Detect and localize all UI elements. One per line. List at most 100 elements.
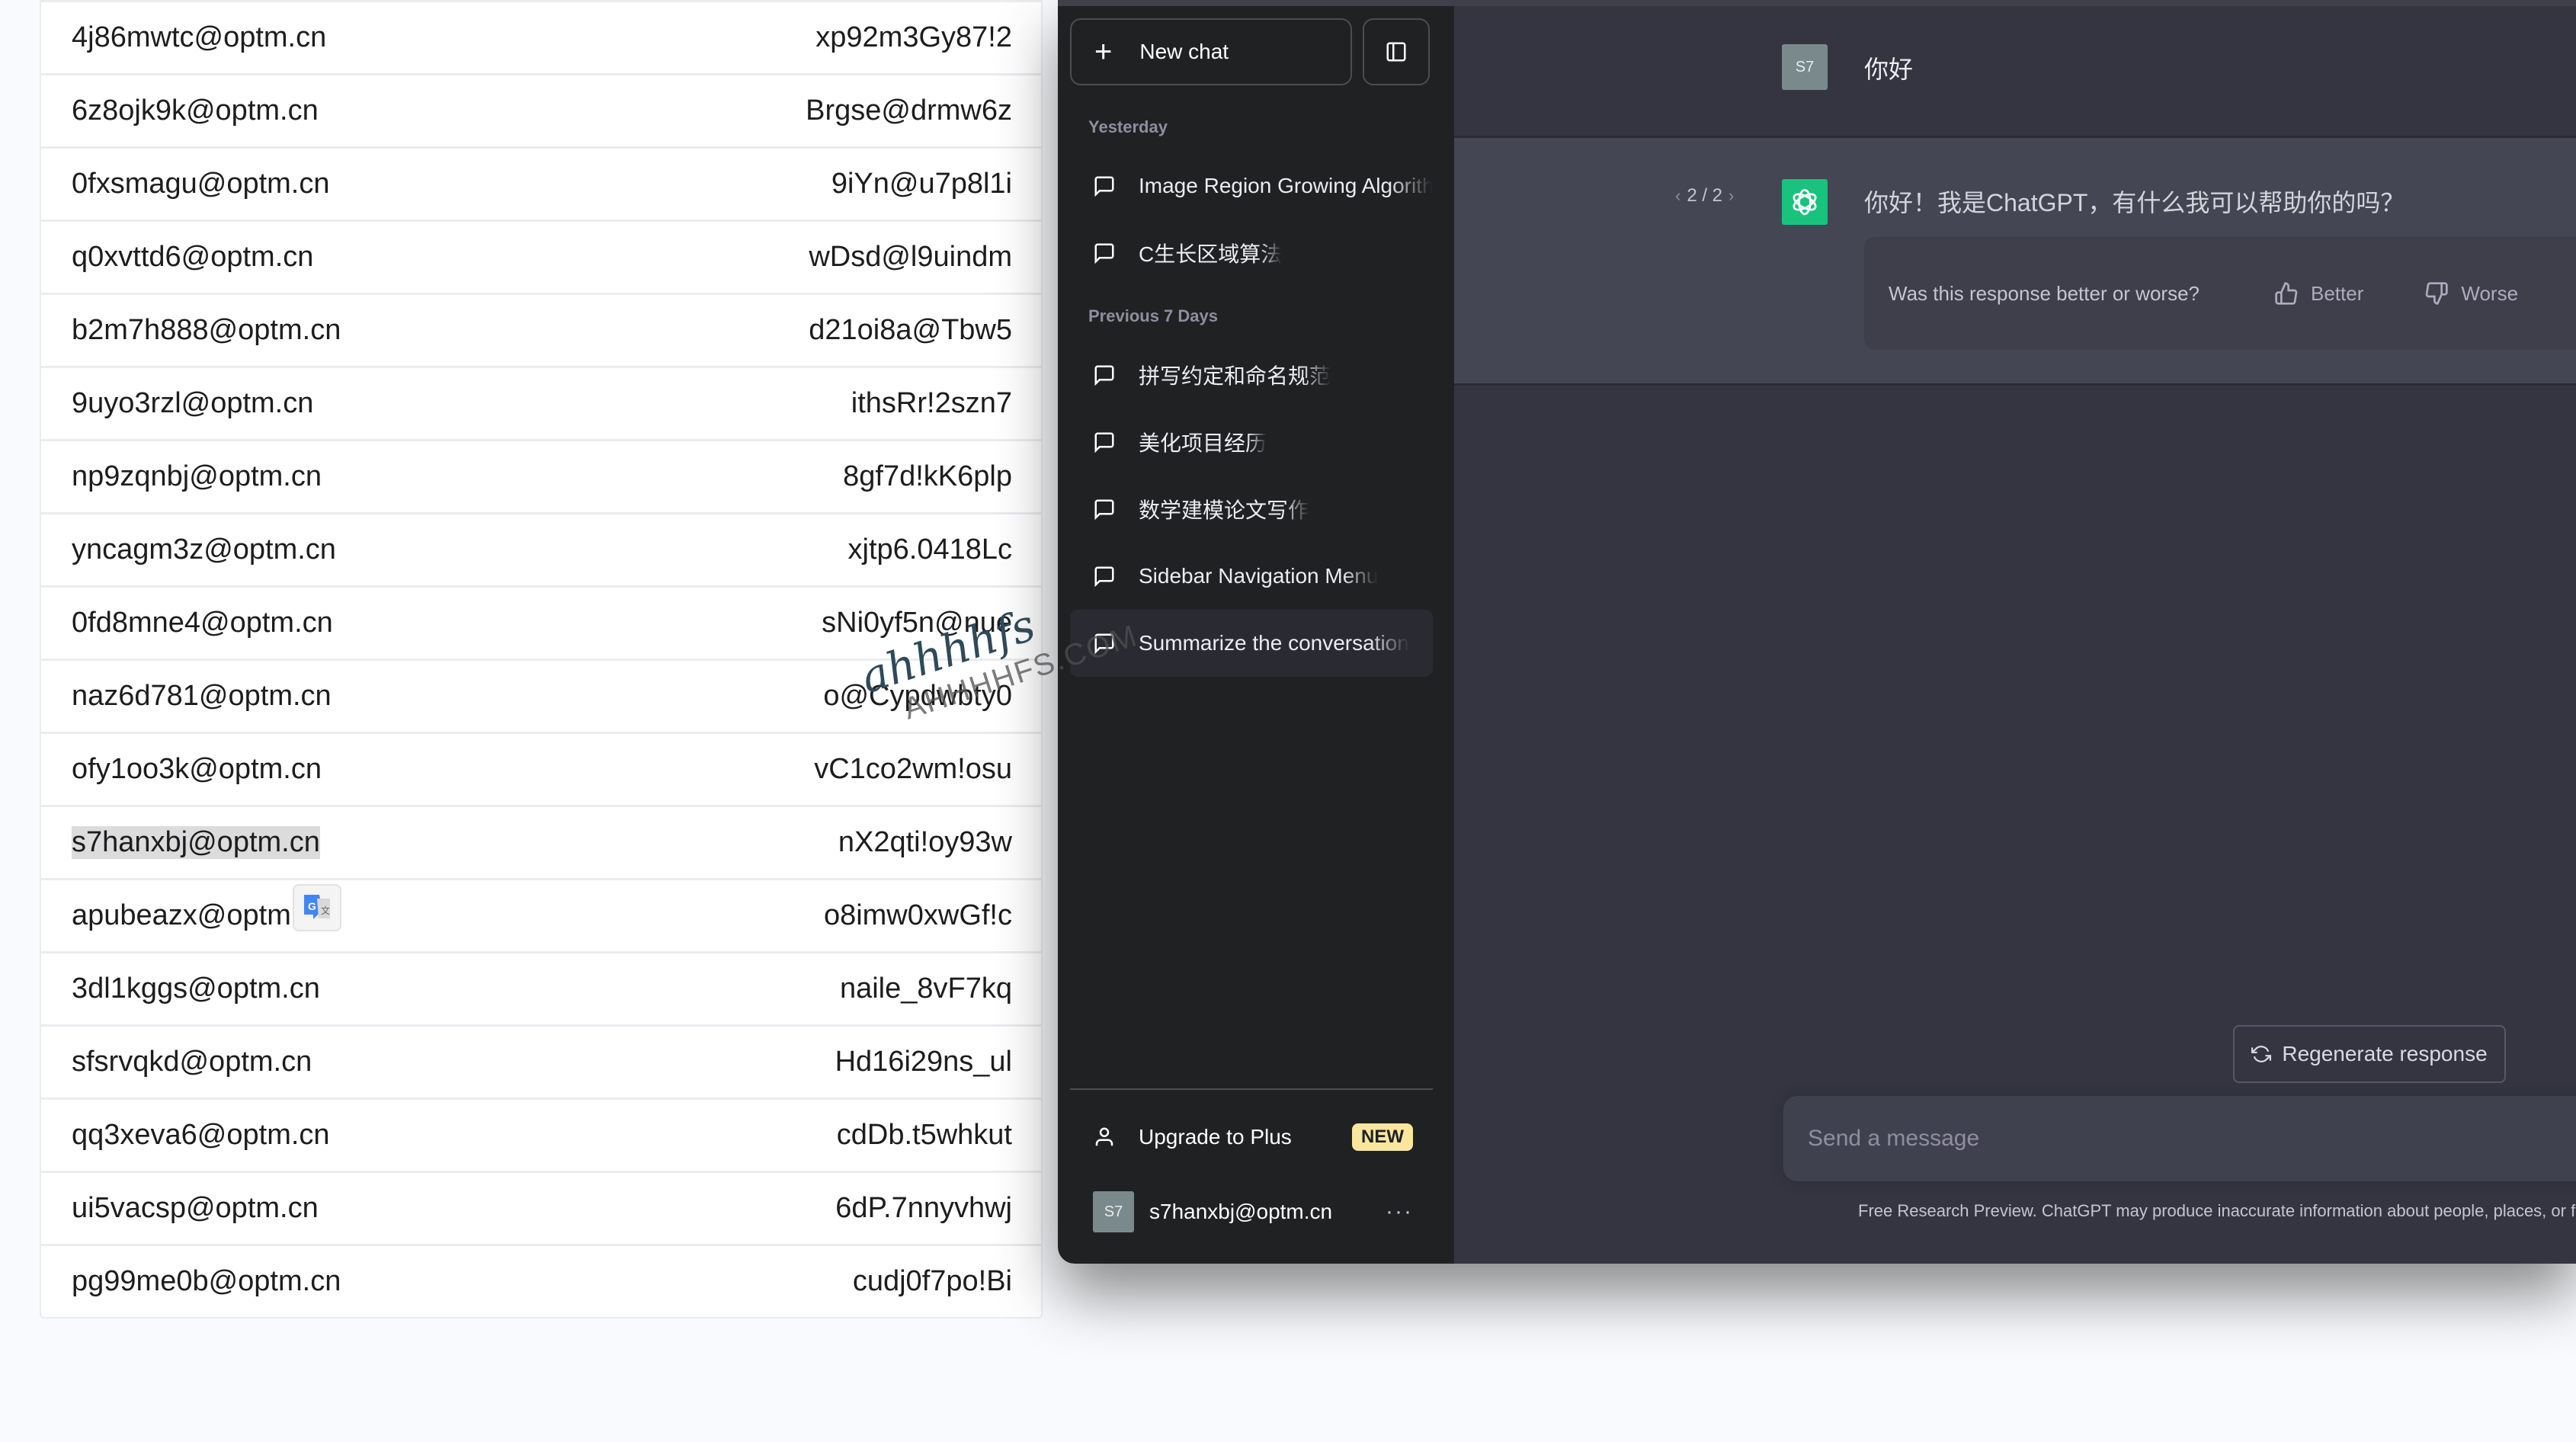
email-cell[interactable]: 4j86mwtc@optm.cn xyxy=(72,21,326,54)
chat-history-item[interactable]: 数学建模论文写作 xyxy=(1070,476,1433,543)
table-row: 4j86mwtc@optm.cn xp92m3Gy87!2 xyxy=(41,0,1041,73)
email-cell[interactable]: s7hanxbj@optm.cn xyxy=(72,826,320,859)
regenerate-label: Regenerate response xyxy=(2282,1042,2488,1065)
table-row: 0fxsmagu@optm.cn 9iYn@u7p8l1i xyxy=(41,146,1041,220)
thumbs-up-icon xyxy=(2275,282,2298,305)
plus-icon: + xyxy=(1094,34,1113,69)
email-cell[interactable]: 0fxsmagu@optm.cn xyxy=(72,168,330,200)
password-cell[interactable]: cdDb.t5whkut xyxy=(837,1119,1012,1152)
password-cell[interactable]: 9iYn@u7p8l1i xyxy=(831,168,1012,200)
account-email: s7hanxbj@optm.cn xyxy=(1149,1200,1333,1223)
thumbs-down-icon xyxy=(2426,282,2449,305)
chat-history-item[interactable]: C生长区域算法 xyxy=(1070,220,1433,287)
password-cell[interactable]: xp92m3Gy87!2 xyxy=(815,21,1012,54)
password-cell[interactable]: wDsd@l9uindm xyxy=(809,241,1012,274)
avatar: S7 xyxy=(1093,1191,1134,1232)
toggle-sidebar-button[interactable] xyxy=(1363,18,1430,85)
chatgpt-logo-icon xyxy=(1782,179,1828,225)
password-cell[interactable]: vC1co2wm!osu xyxy=(814,753,1012,786)
chat-bubble-icon xyxy=(1093,565,1116,588)
sidebar-divider xyxy=(1070,1088,1433,1090)
chat-history-item[interactable]: 拼写约定和命名规范 xyxy=(1070,341,1433,409)
table-row: s7hanxbj@optm.cn nX2qti!oy93w xyxy=(41,805,1041,878)
table-row: b2m7h888@optm.cn d21oi8a@Tbw5 xyxy=(41,293,1041,366)
table-row: sfsrvqkd@optm.cn Hd16i29ns_ul xyxy=(41,1024,1041,1098)
email-cell[interactable]: b2m7h888@optm.cn xyxy=(72,314,341,347)
email-cell[interactable]: sfsrvqkd@optm.cn xyxy=(72,1046,312,1078)
password-cell[interactable]: nX2qti!oy93w xyxy=(838,826,1012,859)
chat-item-label: Sidebar Navigation Menu xyxy=(1139,564,1379,588)
better-label: Better xyxy=(2311,281,2364,305)
new-chat-label: New chat xyxy=(1139,40,1229,63)
sidebar-panel-icon xyxy=(1386,42,1406,62)
password-cell[interactable]: 6dP.7nnyvhwj xyxy=(835,1192,1012,1225)
svg-text:G: G xyxy=(308,900,316,912)
user-avatar: S7 xyxy=(1782,44,1828,90)
table-row: yncagm3z@optm.cn xjtp6.0418Lc xyxy=(41,512,1041,585)
chat-history-item-active[interactable]: Summarize the conversation xyxy=(1070,610,1433,677)
chat-item-label: 数学建模论文写作 xyxy=(1139,498,1310,522)
table-row: np9zqnbj@optm.cn 8gf7d!kK6plp xyxy=(41,439,1041,512)
google-translate-icon: G 文 xyxy=(304,895,330,919)
better-button[interactable]: Better xyxy=(2274,281,2363,306)
chat-bubble-icon xyxy=(1093,364,1116,386)
table-row: 0fd8mne4@optm.cn sNi0yf5n@nue xyxy=(41,585,1041,659)
password-cell[interactable]: cudj0f7po!Bi xyxy=(853,1265,1012,1298)
chat-bubble-icon xyxy=(1093,431,1116,453)
chat-history-item[interactable]: 美化项目经历 xyxy=(1070,409,1433,476)
account-menu-button[interactable]: S7 s7hanxbj@optm.cn ··· xyxy=(1070,1180,1433,1244)
email-cell[interactable]: ofy1oo3k@optm.cn xyxy=(72,753,322,786)
chat-item-label: Image Region Growing Algorithm xyxy=(1139,174,1433,197)
email-cell[interactable]: yncagm3z@optm.cn xyxy=(72,534,336,566)
chat-history-item[interactable]: Sidebar Navigation Menu xyxy=(1070,543,1433,610)
previous-response-button[interactable]: ‹ xyxy=(1675,186,1680,206)
table-row: 3dl1kggs@optm.cn naile_8vF7kq xyxy=(41,951,1041,1024)
email-cell[interactable]: np9zqnbj@optm.cn xyxy=(72,460,322,493)
email-cell[interactable]: 3dl1kggs@optm.cn xyxy=(72,973,320,1005)
password-cell[interactable]: d21oi8a@Tbw5 xyxy=(809,314,1012,347)
password-cell[interactable]: xjtp6.0418Lc xyxy=(848,534,1013,566)
chat-bubble-icon xyxy=(1093,242,1116,264)
worse-button[interactable]: Worse xyxy=(2424,281,2518,306)
user-message: S7 你好 xyxy=(1454,6,2576,138)
email-cell[interactable]: 9uyo3rzl@optm.cn xyxy=(72,387,313,420)
password-cell[interactable]: o8imw0xwGf!c xyxy=(824,899,1012,932)
email-cell[interactable]: q0xvttd6@optm.cn xyxy=(72,241,313,274)
email-cell[interactable]: 6z8ojk9k@optm.cn xyxy=(72,95,319,127)
message-input[interactable] xyxy=(1806,1125,2536,1152)
refresh-icon xyxy=(2251,1046,2272,1062)
table-row: q0xvttd6@optm.cn wDsd@l9uindm xyxy=(41,220,1041,293)
next-response-button[interactable]: › xyxy=(1729,186,1734,206)
upgrade-to-plus-button[interactable]: Upgrade to Plus NEW xyxy=(1070,1104,1433,1171)
table-row: pg99me0b@optm.cn cudj0f7po!Bi xyxy=(41,1244,1041,1317)
chat-bubble-icon xyxy=(1093,632,1116,655)
section-label-yesterday: Yesterday xyxy=(1088,117,1168,136)
email-cell[interactable]: apubeazx@optm.cn xyxy=(72,899,330,932)
password-cell[interactable]: o@Cypdwbty0 xyxy=(823,680,1012,713)
chat-bubble-icon xyxy=(1093,175,1116,197)
password-cell[interactable]: Hd16i29ns_ul xyxy=(835,1046,1012,1078)
password-cell[interactable]: Brgse@drmw6z xyxy=(806,95,1012,127)
password-cell[interactable]: ithsRr!2szn7 xyxy=(851,387,1012,420)
table-row: ui5vacsp@optm.cn 6dP.7nnyvhwj xyxy=(41,1171,1041,1244)
password-cell[interactable]: 8gf7d!kK6plp xyxy=(843,460,1012,493)
assistant-message: ‹ 2 / 2 › 你好！我是ChatGPT，有什么我可以帮助你的吗？ Was … xyxy=(1454,138,2576,386)
sidebar: + New chat Yesterday Image Region Growin… xyxy=(1058,6,1457,1264)
email-cell[interactable]: 0fd8mne4@optm.cn xyxy=(72,607,333,639)
section-label-previous-7-days: Previous 7 Days xyxy=(1088,306,1218,325)
regenerate-response-button[interactable]: Regenerate response xyxy=(2233,1025,2506,1083)
email-cell[interactable]: ui5vacsp@optm.cn xyxy=(72,1192,319,1225)
password-cell[interactable]: sNi0yf5n@nue xyxy=(822,607,1012,639)
email-cell[interactable]: qq3xeva6@optm.cn xyxy=(72,1119,330,1152)
message-input-container xyxy=(1783,1096,2576,1181)
email-cell[interactable]: naz6d781@optm.cn xyxy=(72,680,332,713)
chat-history-item[interactable]: Image Region Growing Algorithm xyxy=(1070,152,1433,220)
password-cell[interactable]: naile_8vF7kq xyxy=(840,973,1012,1005)
email-cell[interactable]: pg99me0b@optm.cn xyxy=(72,1265,341,1298)
more-options-icon[interactable]: ··· xyxy=(1386,1199,1413,1225)
response-pager: ‹ 2 / 2 › xyxy=(1675,185,1734,207)
translate-popup-button[interactable]: G 文 xyxy=(293,884,341,931)
new-chat-button[interactable]: + New chat xyxy=(1070,18,1352,85)
table-row: qq3xeva6@optm.cn cdDb.t5whkut xyxy=(41,1098,1041,1171)
disclaimer-text: Free Research Preview. ChatGPT may produ… xyxy=(1858,1201,2576,1220)
